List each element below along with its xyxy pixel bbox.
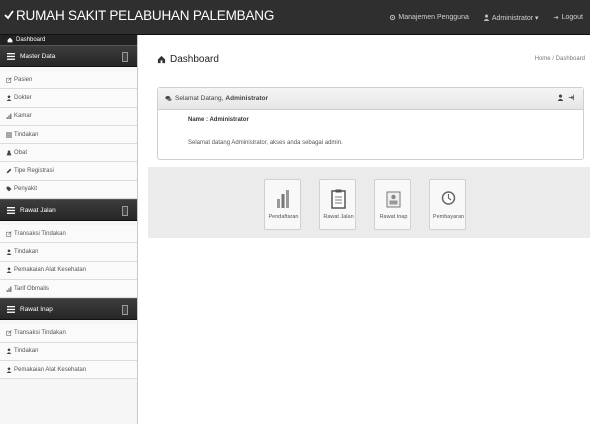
- sidebar-item-pemakaian-alat[interactable]: Pemakaian Alat Kesehatan: [0, 261, 137, 280]
- menu-icon: [7, 52, 15, 60]
- checkmark-icon: [4, 8, 14, 23]
- brand-title: RUMAH SAKIT PELABUHAN PALEMBANG: [16, 8, 275, 23]
- welcome-user: Administrator: [225, 95, 269, 102]
- sidebar-item-label: Transaksi Tindakan: [14, 230, 66, 237]
- sidebar-item-label: Pasien: [14, 76, 33, 83]
- user-icon: [6, 366, 12, 373]
- nav-account-label: Administrator ▾: [491, 14, 539, 22]
- logout-icon: [553, 15, 559, 20]
- signal-icon: [6, 286, 12, 292]
- collapse-toggle-icon[interactable]: [122, 206, 128, 217]
- sidebar-item-label: Tindakan: [14, 249, 39, 256]
- sidebar-item-tindakan-rj[interactable]: Tindakan: [0, 243, 137, 262]
- nav-logout-label: Logout: [561, 14, 583, 21]
- edit-icon: [6, 330, 12, 336]
- welcome-panel-header: Selamat Datang, Administrator: [158, 88, 583, 110]
- welcome-name-line: Name : Administrator: [188, 117, 249, 123]
- welcome-description: Selamat datang Administrator, akses anda…: [188, 140, 343, 146]
- sidebar-item-pasien[interactable]: Pasien: [0, 71, 137, 90]
- sidebar-section-label: Master Data: [20, 52, 56, 60]
- content-header: Dashboard Home / Dashboard: [139, 35, 590, 81]
- shortcut-band: Pendaftaran Rawat Jalan Rawat Inap Pemba…: [148, 167, 590, 238]
- edit-icon: [6, 77, 12, 83]
- user-icon: [6, 348, 12, 355]
- collapse-toggle-icon[interactable]: [122, 305, 128, 316]
- sidebar-item-transaksi-tindakan-ri[interactable]: Transaksi Tindakan: [0, 324, 137, 343]
- nav-account-dropdown[interactable]: Administrator ▾: [476, 14, 546, 22]
- sidebar-item-label: Pemakaian Alat Kesehatan: [14, 366, 87, 373]
- sidebar-item-label: Dashboard: [16, 37, 46, 43]
- pencil-icon: [6, 168, 12, 174]
- sidebar-item-tipe-registrasi[interactable]: Tipe Registrasi: [0, 162, 137, 181]
- sidebar-item-kamar[interactable]: Kamar: [0, 107, 137, 126]
- shortcut-label: Pendaftaran: [268, 214, 299, 220]
- flask-icon: [6, 150, 12, 156]
- signal-icon: [6, 113, 12, 120]
- clipboard-icon: [331, 189, 346, 209]
- sidebar-item-label: Transaksi Tindakan: [14, 329, 66, 336]
- user-icon: [6, 95, 12, 101]
- clock-icon: [441, 191, 456, 205]
- nav-user-management[interactable]: Manajemen Pengguna: [382, 14, 475, 21]
- sidebar-item-label: Tindakan: [14, 131, 39, 138]
- home-icon: [157, 55, 166, 64]
- sidebar-item-tindakan-ri[interactable]: Tindakan: [0, 342, 137, 361]
- sidebar-section-rawat-jalan[interactable]: Rawat Jalan: [0, 199, 137, 222]
- sidebar-item-label: Tipe Registrasi: [14, 168, 54, 175]
- page-title-text: Dashboard: [170, 54, 219, 65]
- menu-icon: [7, 305, 15, 313]
- sidebar-section-label: Rawat Inap: [20, 305, 53, 313]
- sidebar-section-rawat-inap[interactable]: Rawat Inap: [0, 298, 137, 321]
- nav-logout[interactable]: Logout: [546, 14, 590, 21]
- edit-icon: [6, 231, 12, 237]
- sidebar-item-obat[interactable]: Obat: [0, 144, 137, 163]
- shortcut-rawat-jalan[interactable]: Rawat Jalan: [319, 179, 356, 230]
- gear-icon: [390, 14, 396, 21]
- sidebar-item-penyakit[interactable]: Penyakit: [0, 180, 137, 200]
- shortcut-label: Rawat Jalan: [323, 214, 354, 220]
- shortcut-label: Pembayaran: [432, 214, 465, 220]
- logout-icon[interactable]: [568, 94, 575, 101]
- tag-icon: [6, 187, 12, 192]
- sidebar-item-transaksi-tindakan[interactable]: Transaksi Tindakan: [0, 225, 137, 244]
- sidebar-item-tarif-obmalis[interactable]: Tarif Obmalis: [0, 279, 137, 299]
- page-title: Dashboard: [157, 54, 219, 65]
- sidebar-item-tindakan[interactable]: Tindakan: [0, 125, 137, 145]
- list-icon: [6, 132, 12, 137]
- sidebar-item-label: Tarif Obmalis: [14, 285, 50, 292]
- user-icon: [483, 14, 490, 21]
- sidebar-item-label: Obat: [14, 149, 28, 156]
- id-card-icon: [386, 191, 401, 208]
- top-navbar: RUMAH SAKIT PELABUHAN PALEMBANG Manajeme…: [0, 0, 590, 35]
- bar-chart-icon: [277, 190, 289, 208]
- nav-user-management-label: Manajemen Pengguna: [398, 14, 469, 21]
- shortcut-pendaftaran[interactable]: Pendaftaran: [264, 179, 301, 230]
- welcome-panel: Selamat Datang, Administrator Name : Adm…: [157, 87, 584, 160]
- sidebar-section-master-data[interactable]: Master Data: [0, 45, 137, 67]
- sidebar-item-label: Penyakit: [14, 186, 38, 193]
- welcome-greeting: Selamat Datang,: [175, 95, 224, 102]
- home-icon: [7, 37, 13, 43]
- shortcut-label: Rawat Inap: [379, 214, 408, 220]
- comments-icon: [165, 96, 172, 101]
- sidebar: Dashboard Master Data Pasien Dokter Kama…: [0, 35, 138, 424]
- breadcrumb[interactable]: Home / Dashboard: [535, 56, 585, 62]
- sidebar-item-dashboard[interactable]: Dashboard: [0, 35, 137, 45]
- sidebar-item-label: Dokter: [14, 94, 32, 101]
- sidebar-section-label: Rawat Jalan: [20, 206, 56, 214]
- user-icon: [6, 249, 12, 256]
- sidebar-item-pemakaian-alat-ri[interactable]: Pemakaian Alat Kesehatan: [0, 360, 137, 380]
- shortcut-rawat-inap[interactable]: Rawat Inap: [374, 179, 411, 230]
- sidebar-item-dokter[interactable]: Dokter: [0, 89, 137, 108]
- user-icon: [6, 267, 12, 274]
- sidebar-item-label: Kamar: [14, 113, 32, 120]
- shortcut-pembayaran[interactable]: Pembayaran: [429, 179, 466, 230]
- sidebar-item-label: Pemakaian Alat Kesehatan: [14, 267, 87, 274]
- collapse-toggle-icon[interactable]: [122, 52, 128, 62]
- user-icon[interactable]: [557, 94, 564, 101]
- sidebar-item-label: Tindakan: [14, 348, 39, 355]
- menu-icon: [7, 206, 15, 214]
- brand[interactable]: RUMAH SAKIT PELABUHAN PALEMBANG: [4, 8, 274, 23]
